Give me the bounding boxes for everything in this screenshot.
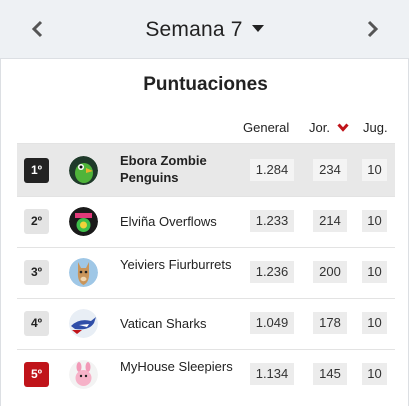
column-header-jug[interactable]: Jug. — [363, 120, 388, 135]
shark-avatar — [69, 309, 98, 338]
team-name[interactable]: MyHouse Sleepiers — [120, 358, 245, 375]
scores-card: Puntuaciones General Jor. Jug. 1º Ebora … — [0, 58, 409, 406]
jornada-score: 178 — [313, 312, 347, 334]
general-score: 1.284 — [250, 159, 294, 181]
table-row[interactable]: 2º Elviña Overflows 1.233 214 10 — [17, 196, 395, 247]
week-title-label: Semana 7 — [145, 18, 243, 41]
rank-badge: 1º — [24, 158, 49, 183]
jornada-score: 200 — [313, 261, 347, 283]
team-name[interactable]: Vatican Sharks — [120, 315, 245, 332]
column-header-jor-label: Jor. — [309, 120, 330, 135]
general-score: 1.233 — [250, 210, 294, 232]
general-score: 1.049 — [250, 312, 294, 334]
table-row[interactable]: 4º Vatican Sharks 1.049 178 10 — [17, 298, 395, 349]
players-count: 10 — [362, 312, 387, 334]
llama-avatar — [69, 258, 98, 287]
overflows-logo-avatar — [69, 207, 98, 236]
jornada-score: 234 — [313, 159, 347, 181]
week-header: Semana 7 — [0, 0, 409, 58]
team-name[interactable]: Ebora Zombie Penguins — [120, 152, 245, 186]
team-name[interactable]: Yeiviers Fiurburrets — [120, 256, 245, 273]
rank-badge: 2º — [24, 209, 49, 234]
team-name[interactable]: Elviña Overflows — [120, 213, 245, 230]
rank-badge: 5º — [24, 362, 49, 387]
table-row[interactable]: 1º Ebora Zombie Penguins 1.284 234 10 — [17, 143, 395, 196]
players-count: 10 — [362, 363, 387, 385]
column-header-general[interactable]: General — [243, 120, 289, 135]
column-header-jor[interactable]: Jor. — [309, 120, 349, 135]
ranking-list: 1º Ebora Zombie Penguins 1.284 234 10 2º… — [17, 143, 395, 400]
rank-badge: 4º — [24, 311, 49, 336]
general-score: 1.236 — [250, 261, 294, 283]
caret-down-icon — [251, 24, 264, 32]
rank-badge: 3º — [24, 260, 49, 285]
chevron-down-icon — [336, 123, 349, 132]
table-row[interactable]: 3º Yeiviers Fiurburrets 1.236 200 10 — [17, 247, 395, 298]
jornada-score: 214 — [313, 210, 347, 232]
players-count: 10 — [362, 261, 387, 283]
week-selector[interactable]: Semana 7 — [0, 18, 409, 42]
green-parrot-avatar — [69, 156, 98, 185]
table-row[interactable]: 5º MyHouse Sleepiers 1.134 145 10 — [17, 349, 395, 400]
chevron-right-icon[interactable] — [362, 19, 382, 39]
card-title: Puntuaciones — [143, 74, 268, 95]
general-score: 1.134 — [250, 363, 294, 385]
pink-creature-avatar — [69, 360, 98, 389]
players-count: 10 — [362, 159, 387, 181]
jornada-score: 145 — [313, 363, 347, 385]
players-count: 10 — [362, 210, 387, 232]
